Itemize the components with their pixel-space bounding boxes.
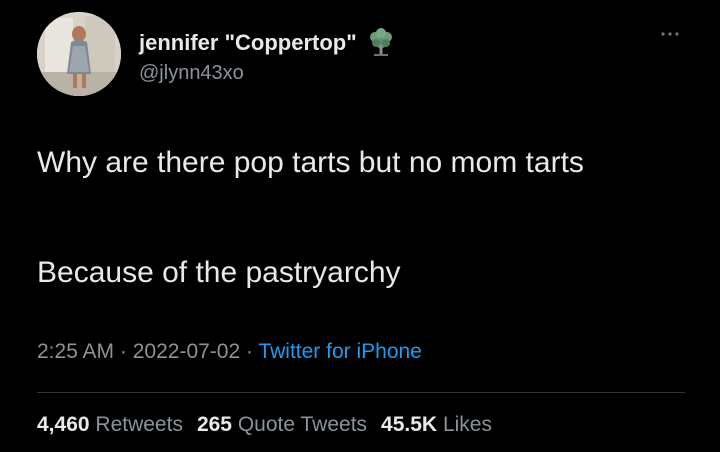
quote-tweets-stat[interactable]: 265 Quote Tweets <box>197 413 367 436</box>
profile-photo-icon <box>37 12 121 96</box>
tweet-text-line2: Because of the pastryarchy <box>37 256 401 289</box>
retweets-count: 4,460 <box>37 413 90 436</box>
tweet-source-link[interactable]: Twitter for iPhone <box>258 340 421 363</box>
user-handle[interactable]: @jlynn43xo <box>139 62 244 85</box>
tweet-time[interactable]: 2:25 AM <box>37 340 114 363</box>
tweet-date[interactable]: 2022-07-02 <box>133 340 240 363</box>
display-name-text: jennifer "Coppertop" <box>139 30 357 55</box>
likes-count: 45.5K <box>381 413 438 436</box>
tweet-text-line1: Why are there pop tarts but no mom tarts <box>37 146 584 179</box>
more-options-icon[interactable] <box>655 24 685 44</box>
quote-tweets-label: Quote Tweets <box>237 413 368 436</box>
meta-separator: · <box>114 340 133 363</box>
quote-tweets-count: 265 <box>196 413 232 436</box>
likes-stat[interactable]: 45.5K Likes <box>381 413 492 436</box>
tweet-card: jennifer "Coppertop" @jlynn43xo Why are … <box>0 0 720 452</box>
retweets-stat[interactable]: 4,460 Retweets <box>37 413 183 436</box>
divider <box>37 392 685 393</box>
tree-emoji-icon <box>366 28 396 58</box>
meta-separator: · <box>240 340 259 363</box>
tweet-stats: 4,460 Retweets 265 Quote Tweets 45.5K Like… <box>37 413 492 437</box>
tweet-meta: 2:25 AM · 2022-07-02 · Twitter for iPhon… <box>37 340 422 364</box>
display-name[interactable]: jennifer "Coppertop" <box>139 28 396 58</box>
avatar[interactable] <box>37 12 121 96</box>
likes-label: Likes <box>442 413 492 436</box>
retweets-label: Retweets <box>95 413 183 436</box>
